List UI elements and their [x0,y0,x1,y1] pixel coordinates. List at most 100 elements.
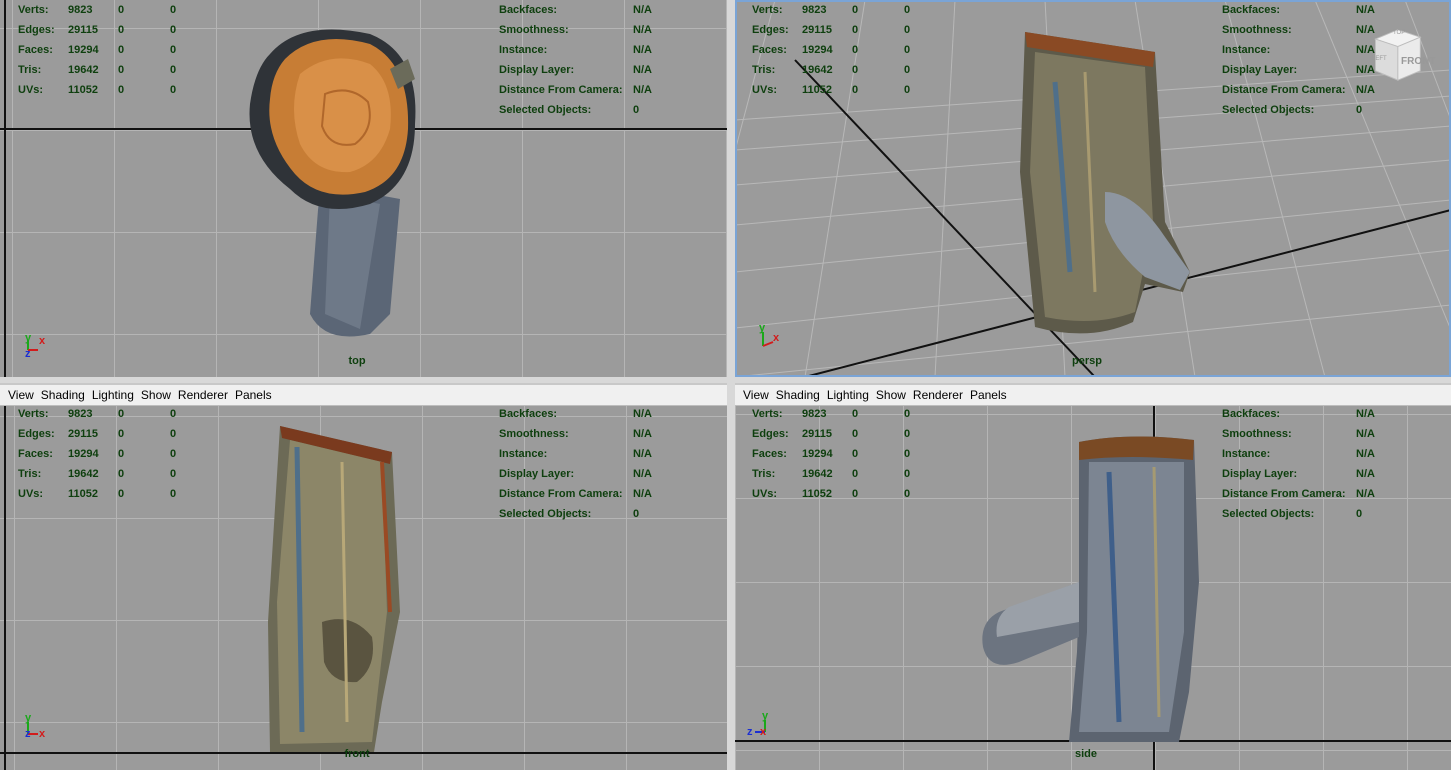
panel-splitter-vertical[interactable] [727,0,735,770]
hud-row-uvs: UVs: 11052 0 0 [752,488,911,500]
hud-row-tris: Tris: 19642 0 0 [18,468,177,480]
hud-poly-stats: Verts: 9823 0 0 Edges: 29115 0 0 Faces: 19294 0 0… [752,0,944,100]
menu-renderer[interactable]: Renderer [911,388,968,402]
hud-row-uvs: UVs: 11052 0 0 [18,84,177,96]
viewport-persp-canvas[interactable]: Verts: 9823 0 0 Edges: 29115 0 0 Faces: 19294 0 0… [735,0,1451,377]
axis-gizmo: y z x [747,710,777,742]
hud-row-tris: Tris: 19642 0 0 [752,64,911,76]
stump-model-persp[interactable] [1015,22,1205,342]
stump-model-front[interactable] [262,422,412,757]
hud-row-verts: Verts: 9823 0 0 [18,408,177,420]
viewport-front[interactable]: View Shading Lighting Show Renderer Pane… [0,385,727,770]
menu-show[interactable]: Show [874,388,911,402]
panel-menubar: View Shading Lighting Show Renderer Pane… [735,385,1451,406]
hud-row-smoothness: Smoothness: N/A [1222,24,1375,36]
menu-shading[interactable]: Shading [39,388,90,402]
menu-show[interactable]: Show [139,388,176,402]
hud-row-uvs: UVs: 11052 0 0 [18,488,177,500]
camera-label-front: front [344,748,370,760]
stump-model-side[interactable] [979,432,1209,744]
hud-row-faces: Faces: 19294 0 0 [752,44,911,56]
hud-row-verts: Verts: 9823 0 0 [752,408,911,420]
hud-row-smoothness: Smoothness: N/A [499,428,652,440]
hud-row-display-layer: Display Layer: N/A [1222,64,1375,76]
axis-y-label: y [762,710,769,722]
hud-object-info: Backfaces: N/A Smoothness: N/A Instance: N/… [499,0,652,120]
hud-row-smoothness: Smoothness: N/A [1222,428,1375,440]
hud-row-tris: Tris: 19642 0 0 [18,64,177,76]
hud-poly-stats: Verts: 9823 0 0 Edges: 29115 0 0 Faces: 19294 0 0… [18,406,210,504]
hud-row-backfaces: Backfaces: N/A [499,4,652,16]
viewport-side[interactable]: View Shading Lighting Show Renderer Pane… [735,385,1451,770]
viewport-top[interactable]: Verts: 9823 0 0 Edges: 29115 0 0 Faces: 19294 0 0… [0,0,727,377]
menu-shading[interactable]: Shading [774,388,825,402]
menu-view[interactable]: View [741,388,774,402]
axis-y-label: y [759,322,766,334]
menu-lighting[interactable]: Lighting [825,388,874,402]
hud-row-distance: Distance From Camera: N/A [1222,84,1375,96]
hud-row-instance: Instance: N/A [1222,44,1375,56]
grid-axis-vertical [4,0,6,377]
camera-label-persp: persp [1072,355,1102,367]
hud-row-backfaces: Backfaces: N/A [1222,408,1375,420]
hud-poly-stats: Verts: 9823 0 0 Edges: 29115 0 0 Faces: 19294 0 0… [752,406,944,504]
hud-row-uvs: UVs: 11052 0 0 [752,84,911,96]
axis-x-label: x [773,332,780,344]
hud-row-edges: Edges: 29115 0 0 [752,428,911,440]
axis-z-label: z [747,726,753,738]
hud-object-info: Backfaces: N/A Smoothness: N/A Instance: N/… [499,406,652,524]
menu-view[interactable]: View [6,388,39,402]
stump-model-top[interactable] [230,14,430,344]
menu-panels[interactable]: Panels [968,388,1012,402]
axis-gizmo: y z x [24,712,54,744]
axis-y-label: y [25,712,32,724]
grid-axis-vertical [4,406,6,770]
hud-row-instance: Instance: N/A [499,44,652,56]
hud-row-distance: Distance From Camera: N/A [499,84,652,96]
axis-z-label: z [25,348,31,360]
hud-object-info: Backfaces: N/A Smoothness: N/A Instance: N/… [1222,406,1375,524]
menu-lighting[interactable]: Lighting [90,388,139,402]
hud-row-faces: Faces: 19294 0 0 [18,448,177,460]
axis-x-label: x [760,726,767,738]
axis-x-label: x [39,728,46,740]
hud-poly-stats: Verts: 9823 0 0 Edges: 29115 0 0 Faces: 19294 0 0… [18,0,210,100]
viewcube-top-label: TOP [1393,30,1406,36]
hud-object-info: Backfaces: N/A Smoothness: N/A Instance: N/… [1222,0,1375,120]
hud-row-display-layer: Display Layer: N/A [499,64,652,76]
hud-row-display-layer: Display Layer: N/A [499,468,652,480]
camera-label-side: side [1074,748,1098,760]
hud-row-edges: Edges: 29115 0 0 [752,24,911,36]
viewcube-left-label: LEFT [1372,56,1387,62]
hud-row-backfaces: Backfaces: N/A [499,408,652,420]
hud-row-verts: Verts: 9823 0 0 [18,4,177,16]
axis-y-label: y [25,332,32,344]
hud-row-instance: Instance: N/A [1222,448,1375,460]
hud-row-selected: Selected Objects: 0 [499,104,640,116]
hud-row-faces: Faces: 19294 0 0 [752,448,911,460]
viewport-side-canvas[interactable]: Verts: 9823 0 0 Edges: 29115 0 0 Faces: 19294 0 0… [735,406,1451,770]
hud-row-edges: Edges: 29115 0 0 [18,24,177,36]
menu-panels[interactable]: Panels [233,388,277,402]
panel-splitter-horizontal[interactable] [0,377,1451,383]
viewport-persp[interactable]: Verts: 9823 0 0 Edges: 29115 0 0 Faces: 19294 0 0… [735,0,1451,377]
axis-gizmo: y x z [24,332,54,364]
axis-gizmo: y x [759,322,789,356]
hud-row-faces: Faces: 19294 0 0 [18,44,177,56]
hud-row-distance: Distance From Camera: N/A [1222,488,1375,500]
hud-row-selected: Selected Objects: 0 [1222,104,1363,116]
hud-row-tris: Tris: 19642 0 0 [752,468,911,480]
hud-row-instance: Instance: N/A [499,448,652,460]
hud-row-selected: Selected Objects: 0 [1222,508,1363,520]
hud-row-display-layer: Display Layer: N/A [1222,468,1375,480]
axis-x-label: x [39,335,46,347]
hud-row-smoothness: Smoothness: N/A [499,24,652,36]
hud-row-distance: Distance From Camera: N/A [499,488,652,500]
viewport-top-canvas[interactable]: Verts: 9823 0 0 Edges: 29115 0 0 Faces: 19294 0 0… [0,0,727,377]
viewport-front-canvas[interactable]: Verts: 9823 0 0 Edges: 29115 0 0 Faces: 19294 0 0… [0,406,727,770]
camera-label-top: top [348,355,366,367]
menu-renderer[interactable]: Renderer [176,388,233,402]
viewcube-front-label: FRONT [1401,56,1436,67]
hud-row-edges: Edges: 29115 0 0 [18,428,177,440]
panel-menubar: View Shading Lighting Show Renderer Pane… [0,385,727,406]
